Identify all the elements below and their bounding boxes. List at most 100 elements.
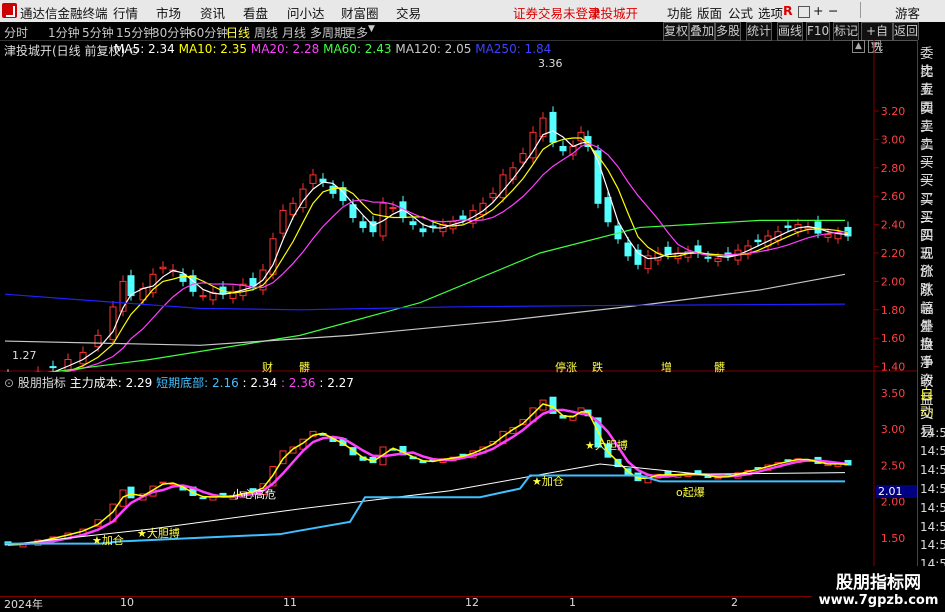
indicator-axis-label: 2.50	[881, 459, 906, 472]
candle	[159, 266, 167, 270]
price-axis-label: 2.40	[881, 219, 906, 232]
period-5min[interactable]: 5分钟	[82, 24, 114, 41]
menu-caifuquan[interactable]: 财富圈	[341, 3, 379, 22]
annot-dadanbo-2: ★大胆搏	[585, 439, 628, 452]
candle	[624, 242, 632, 257]
candle	[249, 278, 257, 287]
guest-label[interactable]: 游客	[895, 3, 920, 22]
candle	[509, 167, 517, 180]
annot-jiacang-2: ★加仓	[532, 475, 564, 488]
price-axis-label: 1.40	[881, 361, 906, 372]
candle	[664, 246, 672, 255]
candle	[549, 111, 557, 143]
period-15min[interactable]: 15分钟	[116, 24, 155, 41]
candle	[499, 174, 507, 199]
candle	[179, 273, 187, 282]
price-axis-label: 3.00	[881, 133, 906, 146]
indicator-chart[interactable]: 3.503.002.502.001.50	[0, 372, 917, 596]
chevron-down-icon[interactable]: ▼	[368, 24, 375, 34]
current-stock-name: 津投城开	[588, 6, 639, 21]
menu-xuanxiang[interactable]: 选项	[758, 3, 783, 22]
plus-icon[interactable]: +	[813, 3, 823, 18]
candle	[519, 153, 527, 163]
btn-tongji[interactable]: 统计	[746, 22, 772, 41]
candle	[784, 225, 792, 228]
period-multi[interactable]: 多周期	[310, 24, 346, 41]
date-tick-12: 12	[465, 596, 479, 609]
annot-xiaoxin-gaowei: 小心高危	[232, 488, 276, 501]
low-price-mark: 1.27	[12, 349, 37, 362]
menu-banmian[interactable]: 版面	[697, 3, 722, 22]
date-tick-10: 10	[120, 596, 134, 609]
candle	[459, 215, 467, 220]
watermark-title: 股朋指标网	[836, 573, 921, 593]
menu-kanpan[interactable]: 看盘	[243, 3, 268, 22]
candle	[49, 366, 57, 369]
menu-jiaoyi[interactable]: 交易	[396, 3, 421, 22]
r-icon[interactable]: R	[783, 3, 793, 18]
menu-zixun[interactable]: 资讯	[200, 3, 225, 22]
btn-huaxian[interactable]: 画线	[777, 22, 803, 41]
app-name: 通达信金融终端	[20, 6, 108, 21]
btn-back[interactable]: 返回	[893, 22, 919, 41]
annot-jiacang-1: ★加仓	[92, 534, 124, 547]
sub-current-value: 2.01	[876, 485, 918, 498]
candle	[127, 275, 135, 297]
btn-add-favorite[interactable]: +自选	[861, 22, 893, 55]
watermark-url: www.7gpzb.com	[818, 593, 939, 608]
window-icon[interactable]	[798, 6, 810, 18]
period-fenshi[interactable]: 分时	[4, 24, 28, 41]
period-60min[interactable]: 60分钟	[189, 24, 228, 41]
period-monthly[interactable]: 月线	[282, 24, 306, 41]
menu-gongshi[interactable]: 公式	[728, 3, 753, 22]
candle	[279, 209, 287, 234]
btn-biaoji[interactable]: 标记	[833, 22, 859, 41]
candle	[714, 258, 722, 263]
date-axis	[0, 596, 917, 610]
candle	[389, 207, 397, 210]
annot-dadanbo-1: ★大胆搏	[137, 527, 180, 540]
app-logo-icon	[2, 3, 17, 18]
menu-gongneng[interactable]: 功能	[667, 3, 692, 22]
price-axis-label: 1.60	[881, 332, 906, 345]
tick-time-5: 14:53	[920, 519, 945, 534]
tick-time-1: 14:53	[920, 444, 945, 459]
btn-duogu[interactable]: 多股	[715, 22, 741, 41]
btn-fuquan[interactable]: 复权	[663, 22, 689, 41]
price-axis-label: 3.20	[881, 105, 906, 118]
menu-hangqing[interactable]: 行情	[113, 3, 138, 22]
title-bar: 通达信金融终端 行情 市场 资讯 看盘 问小达 财富圈 交易 证券交易未登录 津…	[0, 0, 945, 23]
candle	[419, 228, 427, 233]
candle	[559, 146, 567, 152]
kline-chart[interactable]: 3.20 3.00 2.80 2.60 2.40 2.20 2.00 1.80 1.60 1.40	[0, 40, 917, 372]
duanqi-dibu-line	[5, 474, 845, 545]
period-1min[interactable]: 1分钟	[48, 24, 80, 41]
candle	[199, 295, 207, 298]
period-more[interactable]: 更多	[344, 24, 368, 41]
candle	[489, 192, 497, 199]
tick-time-3: 14:53	[920, 482, 945, 496]
candle	[359, 221, 367, 228]
period-daily[interactable]: 日线	[226, 24, 250, 41]
tick-time-6: 14:53	[920, 538, 945, 553]
tick-time-2: 14:53	[920, 463, 945, 478]
btn-diejia[interactable]: 叠加	[689, 22, 715, 41]
date-tick-2024: 2024年	[4, 598, 43, 611]
candle	[409, 221, 417, 226]
candle	[604, 197, 612, 223]
indicator-axis-label: 3.00	[881, 423, 906, 436]
high-price-mark: 3.36	[538, 57, 563, 70]
menu-wenxiaoda[interactable]: 问小达	[287, 3, 325, 22]
indicator-yellow-line	[7, 403, 849, 546]
menu-shichang[interactable]: 市场	[156, 3, 181, 22]
candle	[824, 234, 832, 238]
date-tick-2: 2	[731, 596, 738, 609]
period-30min[interactable]: 30分钟	[152, 24, 191, 41]
minus-icon[interactable]: −	[828, 3, 838, 18]
period-weekly[interactable]: 周线	[254, 24, 278, 41]
indicator-axis-label: 1.50	[881, 532, 906, 545]
candle	[704, 256, 712, 259]
tick-time-0: 14:53	[920, 425, 945, 440]
btn-f10[interactable]: F10	[806, 22, 830, 41]
candle	[804, 226, 812, 230]
